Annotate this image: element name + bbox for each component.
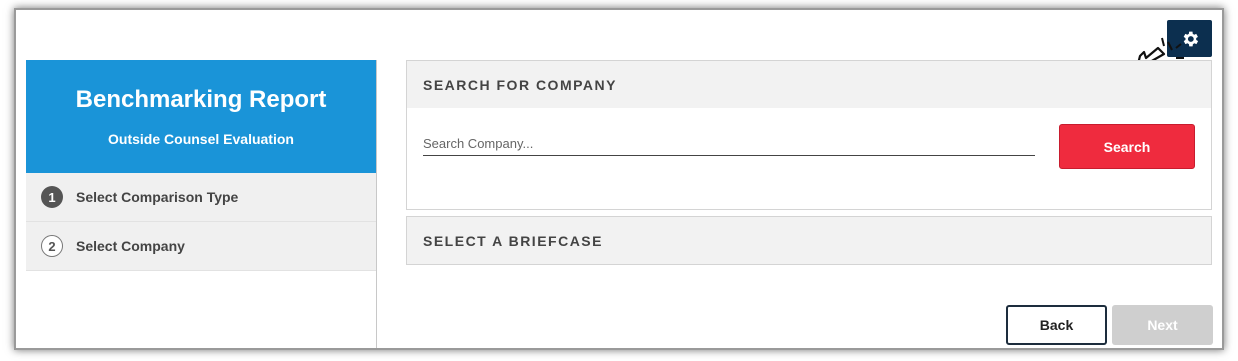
sidebar: Benchmarking Report Outside Counsel Eval… — [26, 60, 377, 348]
next-button[interactable]: Next — [1112, 305, 1213, 345]
step-number-badge: 1 — [41, 186, 63, 208]
search-button[interactable]: Search — [1059, 124, 1195, 169]
search-company-panel: SEARCH FOR COMPANY Search — [406, 60, 1212, 210]
search-body: Search — [407, 108, 1211, 209]
back-button[interactable]: Back — [1006, 305, 1107, 345]
step-select-company[interactable]: 2 Select Company — [26, 222, 376, 271]
step-label: Select Comparison Type — [76, 189, 239, 205]
report-subtitle: Outside Counsel Evaluation — [108, 131, 294, 147]
app-window: Benchmarking Report Outside Counsel Eval… — [14, 8, 1224, 350]
panel-title: SEARCH FOR COMPANY — [407, 61, 1211, 108]
panel-title: SELECT A BRIEFCASE — [407, 217, 1211, 264]
sidebar-header: Benchmarking Report Outside Counsel Eval… — [26, 60, 376, 173]
report-title: Benchmarking Report — [75, 86, 327, 113]
step-number-badge: 2 — [41, 235, 63, 257]
briefcase-panel[interactable]: SELECT A BRIEFCASE — [406, 216, 1212, 265]
step-label: Select Company — [76, 238, 185, 254]
search-company-input[interactable] — [423, 132, 1035, 156]
step-select-comparison-type[interactable]: 1 Select Comparison Type — [26, 173, 376, 222]
